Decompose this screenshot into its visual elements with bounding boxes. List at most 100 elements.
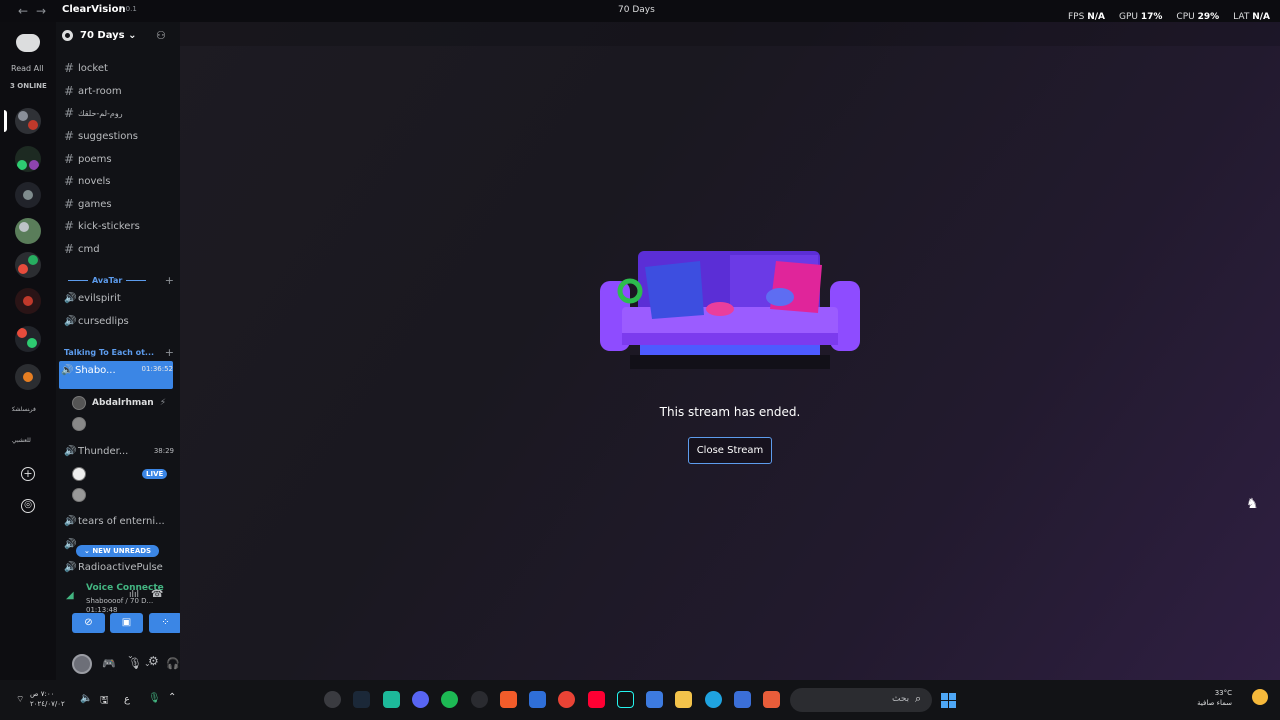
language-indicator[interactable]: ع bbox=[124, 694, 130, 705]
activities-button[interactable]: ⁘ bbox=[149, 613, 182, 633]
steam-icon[interactable] bbox=[353, 691, 370, 708]
discord-home-icon[interactable] bbox=[16, 34, 40, 52]
mic-tray-icon[interactable]: 🎙 bbox=[148, 693, 161, 704]
windows-taskbar: ٧:٠٠ ص ٢٠٢٤/٠٧/٠٢ ⌔ 🔈 🖫 ع 🎙 ⌃ بحث ⌕ 33°C س… bbox=[0, 680, 1280, 720]
hash-icon: # bbox=[64, 152, 75, 166]
voice-member[interactable] bbox=[72, 465, 92, 483]
read-all-button[interactable]: Read All bbox=[11, 64, 44, 73]
chevron-down-icon[interactable]: ⌄ bbox=[127, 651, 134, 660]
voice-channel-name[interactable]: Shaboooof / 70 D... bbox=[86, 597, 153, 605]
avatar bbox=[72, 396, 86, 410]
signal-icon: ◢ bbox=[66, 590, 74, 601]
voice-member[interactable] bbox=[72, 415, 92, 433]
tiktok-icon[interactable] bbox=[617, 691, 634, 708]
hash-icon: # bbox=[64, 84, 75, 98]
text-channel[interactable]: # novels bbox=[62, 171, 174, 191]
mascot-icon: ♞ bbox=[1246, 496, 1259, 512]
file-explorer-icon[interactable] bbox=[675, 691, 692, 708]
noise-suppression-icon[interactable]: ılıl bbox=[129, 590, 139, 600]
app-version: 7.0.1 bbox=[119, 5, 137, 13]
camera-off-button[interactable]: ⊘ bbox=[72, 613, 105, 633]
text-channel[interactable]: # روم-لم-حلقك bbox=[62, 103, 174, 123]
fps-stat: FPS N/A bbox=[1067, 12, 1105, 22]
server-icon[interactable] bbox=[15, 182, 41, 208]
discover-icon[interactable]: ◎ bbox=[21, 499, 35, 513]
steelseries-icon[interactable] bbox=[471, 691, 488, 708]
voice-member[interactable] bbox=[72, 486, 92, 504]
user-avatar[interactable] bbox=[72, 654, 92, 674]
text-channel[interactable]: # games bbox=[62, 194, 174, 214]
weather-widget[interactable]: 33°C سماء صافية bbox=[1197, 688, 1232, 708]
brave-icon[interactable] bbox=[500, 691, 517, 708]
category-avatar[interactable]: AvaTar + bbox=[64, 274, 174, 287]
add-channel-icon[interactable]: + bbox=[165, 346, 174, 359]
server-icon[interactable] bbox=[15, 218, 41, 244]
hash-icon: # bbox=[64, 129, 75, 143]
speaker-icon: 🔊 bbox=[64, 561, 77, 573]
text-channel[interactable]: # suggestions bbox=[62, 126, 174, 146]
disconnect-icon[interactable]: ☎ bbox=[151, 589, 163, 600]
server-icon[interactable] bbox=[15, 326, 41, 352]
volume-icon[interactable]: 🔈 bbox=[80, 693, 92, 704]
voice-channel[interactable]: 🔊 evilspirit bbox=[62, 288, 174, 308]
windows-start-icon[interactable] bbox=[941, 693, 956, 708]
title-bar: ←→ ClearVision 7.0.1 70 Days FPS N/A GPU… bbox=[0, 0, 1280, 22]
gamepad-icon[interactable]: 🎮 bbox=[102, 657, 116, 670]
voice-channel-active[interactable]: 🔊 Shabo... 01:36:52 bbox=[59, 361, 173, 389]
invite-user-icon[interactable]: ⚇ bbox=[156, 29, 166, 42]
close-stream-button[interactable]: Close Stream bbox=[688, 437, 772, 464]
server-icon[interactable] bbox=[15, 288, 41, 314]
hash-icon: # bbox=[64, 242, 75, 256]
copilot-icon[interactable] bbox=[763, 691, 780, 708]
server-label[interactable]: ﻟﻠﻌﺸﺒﻲ bbox=[12, 437, 31, 444]
hash-icon: # bbox=[64, 219, 75, 233]
text-channel[interactable]: # poems bbox=[62, 149, 174, 169]
user-panel: 🎮 🎙 ⌄ 🎧 bbox=[56, 652, 180, 680]
chevron-up-icon[interactable]: ⌃ bbox=[168, 692, 176, 703]
clock[interactable]: ٧:٠٠ ص ٢٠٢٤/٠٧/٠٢ bbox=[30, 689, 65, 709]
headphones-icon[interactable]: 🎧 bbox=[166, 657, 180, 670]
server-header[interactable]: 70 Days ⌄ ⚇ bbox=[56, 22, 180, 50]
online-count: 3 ONLINE bbox=[10, 82, 47, 90]
store-icon[interactable] bbox=[646, 691, 663, 708]
text-channel[interactable]: # locket bbox=[62, 58, 174, 78]
server-icon[interactable] bbox=[15, 108, 41, 134]
screen-share-button[interactable]: ▣ bbox=[110, 613, 143, 633]
add-channel-icon[interactable]: + bbox=[165, 274, 174, 287]
chrome-icon[interactable] bbox=[558, 691, 575, 708]
settings-gear-icon[interactable]: ⚙ bbox=[148, 654, 159, 668]
text-channel[interactable]: # kick-stickers bbox=[62, 216, 174, 236]
network-icon[interactable]: 🖫 bbox=[100, 693, 109, 710]
text-channel[interactable]: # cmd bbox=[62, 239, 174, 259]
voice-channel[interactable]: 🔊 RadioactivePulse bbox=[62, 557, 174, 577]
server-icon[interactable] bbox=[15, 252, 41, 278]
speaker-icon: 🔊 bbox=[64, 515, 77, 527]
edge-icon[interactable] bbox=[705, 691, 722, 708]
app-icon-green[interactable] bbox=[383, 691, 400, 708]
server-icon[interactable] bbox=[15, 364, 41, 390]
category-talking[interactable]: Talking To Each ot... + bbox=[64, 346, 174, 359]
taskbar-search[interactable]: بحث ⌕ bbox=[790, 688, 932, 712]
voice-channel[interactable]: 🔊 cursedlips bbox=[62, 311, 174, 331]
app-icon-clock[interactable] bbox=[324, 691, 341, 708]
discord-icon[interactable] bbox=[412, 691, 429, 708]
voice-channel[interactable]: 🔊 tears of enterni... bbox=[62, 511, 174, 531]
voice-member[interactable]: Abdalrhman ⚡ bbox=[72, 394, 166, 412]
voice-channel[interactable]: 🔊 Thunder... 38:29 bbox=[62, 441, 174, 461]
spotify-icon[interactable] bbox=[441, 691, 458, 708]
youtube-icon[interactable] bbox=[588, 691, 605, 708]
hash-icon: # bbox=[64, 174, 75, 188]
server-label[interactable]: ﻓﺮﻨﺴﺎﺸﻜ bbox=[12, 406, 36, 413]
mail-icon[interactable] bbox=[734, 691, 751, 708]
app-name: ClearVision bbox=[62, 4, 126, 15]
add-server-icon[interactable]: + bbox=[21, 467, 35, 481]
streaming-icon: ⚡ bbox=[159, 398, 167, 408]
new-unreads-button[interactable]: ⌄ NEW UNREADS bbox=[76, 545, 160, 557]
wifi-icon[interactable]: ⌔ bbox=[16, 694, 24, 705]
lat-stat: LAT N/A bbox=[1233, 12, 1270, 22]
back-forward-icon[interactable]: ←→ bbox=[18, 4, 54, 18]
server-icon[interactable] bbox=[15, 146, 41, 172]
text-channel[interactable]: # art-room bbox=[62, 81, 174, 101]
voice-connection-panel: ◢ Voice Connecte Shaboooof / 70 D... 01:… bbox=[56, 577, 221, 647]
app-icon-blue[interactable] bbox=[529, 691, 546, 708]
